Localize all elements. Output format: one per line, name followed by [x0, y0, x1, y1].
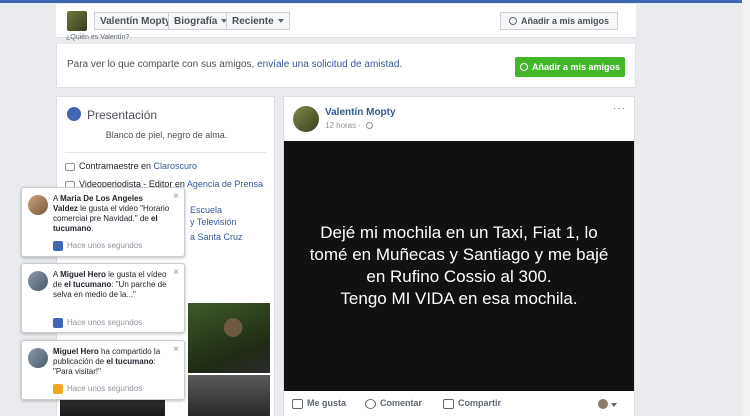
notification-text: Miguel Hero ha compartido la publicación… [53, 347, 170, 377]
tab-biografia[interactable]: Biografía [168, 12, 233, 30]
notification-text: A Maria De Los Angeles Valdez le gusta e… [53, 194, 170, 234]
add-friend-button[interactable]: Añadir a mis amigos [515, 57, 625, 77]
friend-prompt-text: Para ver lo que comparte con sus amigos,… [67, 59, 402, 70]
close-icon[interactable]: × [173, 267, 179, 278]
chevron-down-icon [611, 403, 617, 407]
tab-reciente[interactable]: Reciente [226, 12, 290, 30]
globe-icon [67, 107, 81, 121]
school-link-fragment[interactable]: Escuela [190, 205, 222, 215]
work-1-prefix: Contramaestre en [79, 161, 154, 171]
avatar [28, 195, 48, 215]
friend-prompt-message: Para ver lo que comparte con sus amigos, [67, 59, 258, 70]
share-icon [53, 384, 63, 394]
avatar[interactable] [293, 106, 319, 132]
comment-icon [365, 398, 376, 409]
notification-target: el tucumano [64, 280, 112, 289]
like-icon [53, 241, 63, 251]
post-card: Valentín Mopty 12 horas · ··· Dejé mi mo… [283, 96, 635, 416]
photo-thumbnail[interactable] [188, 375, 270, 416]
post-image-text: Dejé mi mochila en un Taxi, Fiat 1, lo t… [309, 223, 609, 308]
share-button[interactable]: Compartir [443, 398, 501, 409]
avatar [28, 348, 48, 368]
tab-biografia-label: Biografía [174, 16, 218, 27]
clipped-heading: ¿Quién es Valentín? [66, 34, 130, 41]
post-actions: Me gusta Comentar Compartir [284, 393, 634, 416]
avatar [598, 399, 608, 409]
briefcase-icon [65, 162, 75, 171]
friend-request-prompt: Para ver lo que comparte con sus amigos,… [56, 44, 636, 88]
post-timestamp[interactable]: 12 horas · [325, 121, 374, 130]
notification-time-text: Hace unos segundos [67, 241, 143, 251]
notification-time-text: Hace unos segundos [67, 384, 143, 394]
chevron-down-icon [277, 19, 284, 24]
like-button[interactable]: Me gusta [292, 398, 346, 409]
audience-selector[interactable] [598, 398, 620, 410]
notification-actor: Miguel Hero [60, 270, 106, 279]
notification-text: A Miguel Hero le gusta el vídeo de el tu… [53, 270, 170, 300]
add-friend-label: Añadir a mis amigos [520, 16, 609, 26]
notification-popup[interactable]: A Miguel Hero le gusta el vídeo de el tu… [21, 263, 185, 333]
notification-time: Hace unos segundos [53, 318, 142, 328]
profile-thumbnail[interactable] [67, 11, 87, 31]
timeline-header: Valentín Mopty Biografía Reciente Añadir… [56, 4, 636, 38]
post-time-text: 12 horas · [325, 121, 364, 130]
share-label: Compartir [458, 398, 502, 408]
bio-text: Blanco de piel, negro de alma. [105, 130, 228, 140]
add-friend-icon [519, 63, 528, 71]
close-icon[interactable]: × [173, 344, 179, 355]
send-request-link[interactable]: envíale una solicitud de amistad. [257, 59, 402, 70]
notification-popup[interactable]: A Maria De Los Angeles Valdez le gusta e… [21, 187, 185, 257]
notification-time: Hace unos segundos [53, 384, 142, 394]
comment-label: Comentar [380, 398, 423, 408]
post-author[interactable]: Valentín Mopty [325, 107, 396, 118]
notification-target: el tucumano [106, 357, 154, 366]
profile-name: Valentín Mopty [100, 16, 171, 27]
share-icon [443, 398, 454, 409]
intro-title: Presentación [87, 108, 158, 122]
work-1-link[interactable]: Claroscuro [154, 161, 198, 171]
tab-reciente-label: Reciente [232, 16, 274, 27]
photo-thumbnail[interactable] [188, 303, 270, 373]
globe-icon [366, 122, 374, 129]
work-item-1: Contramaestre en Claroscuro [65, 161, 197, 171]
notification-popup[interactable]: Miguel Hero ha compartido la publicación… [21, 340, 185, 400]
add-friend-button-header[interactable]: Añadir a mis amigos [499, 12, 618, 30]
school-link-fragment-2[interactable]: y Televisión [190, 217, 236, 227]
more-options-icon[interactable]: ··· [613, 103, 626, 114]
post-image[interactable]: Dejé mi mochila en un Taxi, Fiat 1, lo t… [284, 141, 634, 391]
like-label: Me gusta [307, 398, 347, 408]
comment-button[interactable]: Comentar [365, 398, 422, 409]
top-nav-bar [0, 0, 750, 3]
add-friend-icon [508, 17, 517, 25]
profile-name-tab[interactable]: Valentín Mopty [94, 12, 176, 30]
notification-time-text: Hace unos segundos [67, 318, 143, 328]
avatar [28, 271, 48, 291]
add-friend-button-label: Añadir a mis amigos [531, 62, 621, 72]
location-link-fragment[interactable]: a Santa Cruz [190, 232, 243, 242]
thumbs-up-icon [292, 398, 303, 409]
close-icon[interactable]: × [173, 191, 179, 202]
scrollbar[interactable] [742, 0, 750, 416]
divider [65, 152, 266, 153]
work-2-link[interactable]: Agencia de Prensa [187, 179, 263, 189]
notification-suffix: . [91, 224, 94, 233]
notification-time: Hace unos segundos [53, 241, 142, 251]
notification-actor: Miguel Hero [53, 347, 99, 356]
like-icon [53, 318, 63, 328]
